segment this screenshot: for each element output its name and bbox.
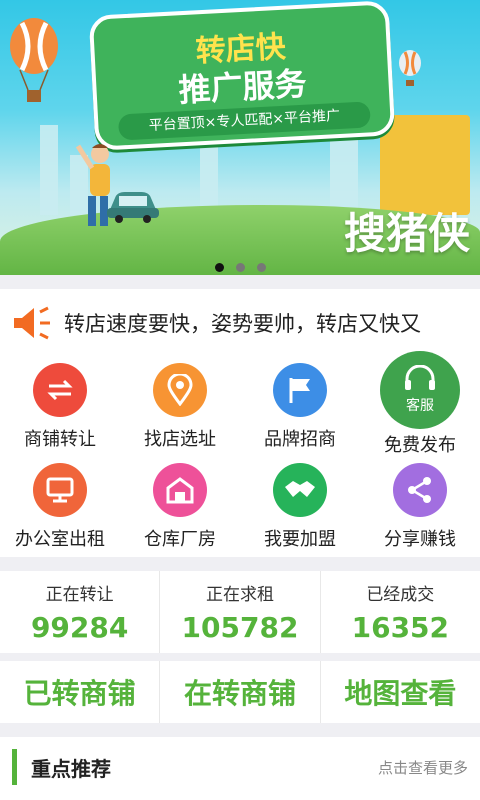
stat-value: 16352 bbox=[351, 611, 450, 644]
grid-item-shop-transfer[interactable]: 商铺转让 bbox=[0, 357, 120, 457]
recommend-header: 重点推荐 点击查看更多 bbox=[0, 723, 480, 797]
carousel-dot[interactable] bbox=[256, 263, 266, 272]
headset-icon: 客服 bbox=[380, 351, 460, 429]
grid-label: 找店选址 bbox=[144, 429, 216, 450]
building bbox=[200, 145, 218, 215]
grid-label: 分享赚钱 bbox=[384, 529, 456, 550]
monitor-icon bbox=[33, 463, 87, 517]
stat-title: 正在求租 bbox=[205, 585, 274, 605]
category-grid: 商铺转让 找店选址 品牌招商 客服 免费发布 办公室出租 仓库厂房 我要加盟 分… bbox=[0, 351, 480, 557]
grid-label: 办公室出租 bbox=[15, 529, 105, 550]
carousel-indicator[interactable] bbox=[0, 261, 480, 275]
brand-name: 搜猪侠 bbox=[343, 209, 470, 258]
map-view-link[interactable]: 地图查看 bbox=[321, 661, 480, 723]
view-more-link[interactable]: 点击查看更多 bbox=[378, 757, 468, 778]
stat-value: 105782 bbox=[181, 611, 299, 644]
grid-label: 商铺转让 bbox=[24, 429, 96, 450]
stat-title: 已经成交 bbox=[366, 585, 435, 605]
grid-item-franchise[interactable]: 我要加盟 bbox=[240, 457, 360, 557]
speaker-icon bbox=[14, 306, 50, 340]
carousel-dot-active[interactable] bbox=[214, 263, 224, 272]
stats-bar: 正在转让 99284 正在求租 105782 已经成交 16352 bbox=[0, 557, 480, 653]
grid-item-brand-investment[interactable]: 品牌招商 bbox=[240, 357, 360, 457]
customer-service-badge: 客服 bbox=[406, 398, 434, 414]
grid-label: 免费发布 bbox=[384, 435, 456, 456]
grid-item-free-post[interactable]: 客服 免费发布 bbox=[360, 351, 480, 457]
promo-sign: 转店快 推广服务 平台置顶×专人匹配×平台推广 bbox=[88, 0, 396, 151]
warehouse-icon bbox=[153, 463, 207, 517]
grid-item-share-earn[interactable]: 分享赚钱 bbox=[360, 457, 480, 557]
handshake-icon bbox=[273, 463, 327, 517]
notice-bar[interactable]: 转店速度要快，姿势要帅，转店又快又 bbox=[0, 289, 480, 357]
grid-item-find-shop[interactable]: 找店选址 bbox=[120, 357, 240, 457]
section-divider bbox=[0, 275, 480, 289]
flag-icon bbox=[273, 363, 327, 417]
carousel-dot[interactable] bbox=[235, 263, 245, 272]
quick-links: 已转商铺 在转商铺 地图查看 bbox=[0, 653, 480, 723]
stat-title: 正在转让 bbox=[45, 585, 114, 605]
stat-value: 99284 bbox=[30, 611, 129, 644]
share-icon bbox=[393, 463, 447, 517]
grid-label: 我要加盟 bbox=[264, 529, 336, 550]
transferring-shops-link[interactable]: 在转商铺 bbox=[160, 661, 321, 723]
hot-air-balloon-icon bbox=[10, 18, 58, 102]
stat-seeking-rent[interactable]: 正在求租 105782 bbox=[160, 571, 321, 653]
section-accent-bar bbox=[12, 749, 17, 785]
hot-air-balloon-icon bbox=[399, 50, 421, 86]
grid-item-office-rent[interactable]: 办公室出租 bbox=[0, 457, 120, 557]
section-title: 重点推荐 bbox=[31, 756, 111, 781]
building bbox=[40, 125, 58, 215]
notice-text: 转店速度要快，姿势要帅，转店又快又 bbox=[64, 312, 421, 336]
transferred-shops-link[interactable]: 已转商铺 bbox=[0, 661, 161, 723]
grid-label: 仓库厂房 bbox=[144, 529, 216, 550]
transfer-icon bbox=[33, 363, 87, 417]
stat-transferring[interactable]: 正在转让 99284 bbox=[0, 571, 161, 653]
grid-item-warehouse[interactable]: 仓库厂房 bbox=[120, 457, 240, 557]
location-pin-icon bbox=[153, 363, 207, 417]
grid-label: 品牌招商 bbox=[264, 429, 336, 450]
stat-completed[interactable]: 已经成交 16352 bbox=[321, 571, 480, 653]
promo-banner[interactable]: 转店快 推广服务 平台置顶×专人匹配×平台推广 搜猪侠 bbox=[0, 0, 480, 275]
car-illustration bbox=[107, 192, 159, 223]
